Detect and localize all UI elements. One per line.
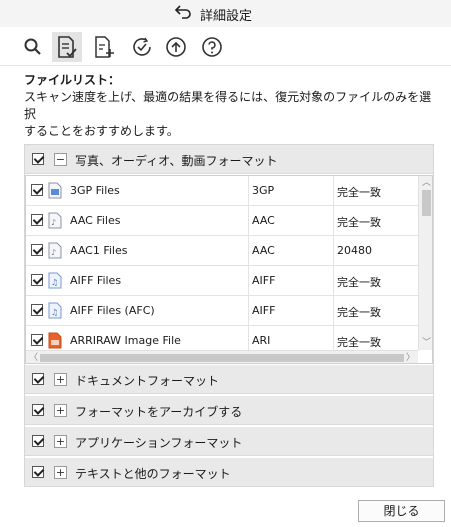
file-list-heading: ファイルリスト： xyxy=(24,73,121,87)
file-row[interactable]: ♪ AAC1 Files AAC 20480 xyxy=(26,236,418,266)
file-row[interactable]: ♫ AIFF Files (AFC) AIFF 完全一致 xyxy=(26,296,418,326)
svg-text:♪: ♪ xyxy=(51,248,56,257)
toolbar xyxy=(0,27,451,66)
file-match: 20480 xyxy=(337,244,372,257)
file-check-icon[interactable] xyxy=(52,32,82,62)
group-checkbox[interactable] xyxy=(32,153,44,165)
format-panel: − 写真、オーディオ、動画フォーマット 3GP Files 3GP 完全一致 ♪… xyxy=(24,144,434,487)
file-extension: AIFF xyxy=(252,304,276,317)
group-checkbox[interactable] xyxy=(32,404,44,416)
close-button[interactable]: 閉じる xyxy=(358,500,445,522)
group-archive[interactable]: + フォーマットをアーカイブする xyxy=(25,396,433,425)
file-extension: ARI xyxy=(252,334,271,347)
scroll-thumb[interactable] xyxy=(40,354,404,362)
music-file-icon: ♫ xyxy=(48,272,62,289)
file-checkbox[interactable] xyxy=(31,184,43,196)
svg-text:♫: ♫ xyxy=(51,278,58,287)
group-application[interactable]: + アプリケーションフォーマット xyxy=(25,427,433,456)
undo-arrow-icon[interactable] xyxy=(174,4,192,20)
file-name: 3GP Files xyxy=(70,184,120,197)
group-label: 写真、オーディオ、動画フォーマット xyxy=(75,154,278,168)
file-add-icon[interactable] xyxy=(93,36,115,58)
window-title: 詳細設定 xyxy=(200,9,253,24)
file-checkbox[interactable] xyxy=(31,274,43,286)
group-label: フォーマットをアーカイブする xyxy=(75,405,243,419)
file-match: 完全一致 xyxy=(337,306,381,319)
description-line-2: することをおすすめします。 xyxy=(24,124,179,138)
cloud-up-icon[interactable] xyxy=(165,36,187,58)
search-icon[interactable] xyxy=(22,36,44,58)
file-checkbox[interactable] xyxy=(31,214,43,226)
group-photo-audio-video[interactable]: − 写真、オーディオ、動画フォーマット xyxy=(25,145,433,174)
group-label: アプリケーションフォーマット xyxy=(75,436,243,450)
clock-check-icon[interactable] xyxy=(131,36,153,58)
file-row[interactable]: ♪ AAC Files AAC 完全一致 xyxy=(26,206,418,236)
file-extension: AAC xyxy=(252,214,275,227)
audio-file-icon: ♪ xyxy=(48,242,62,259)
file-match: 完全一致 xyxy=(337,336,381,349)
file-name: ARRIRAW Image File xyxy=(70,334,181,347)
file-match: 完全一致 xyxy=(337,216,381,229)
svg-text:♪: ♪ xyxy=(51,218,56,227)
music-file-icon: ♫ xyxy=(48,302,62,319)
scroll-right-icon[interactable]: 〉 xyxy=(406,353,415,363)
file-name: AIFF Files xyxy=(70,274,122,287)
vertical-scrollbar[interactable]: ︿ ﹀ xyxy=(418,176,432,350)
group-label: テキストと他のフォーマット xyxy=(75,467,231,481)
file-extension: AIFF xyxy=(252,274,276,287)
file-list: 3GP Files 3GP 完全一致 ♪ AAC Files AAC 完全一致 … xyxy=(25,175,433,364)
audio-file-icon: ♪ xyxy=(48,212,62,229)
file-checkbox[interactable] xyxy=(31,334,43,346)
group-label: ドキュメントフォーマット xyxy=(75,374,220,388)
description-line-1: スキャン速度を上げ、最適の結果を得るには、復元対象のファイルのみを選択 xyxy=(24,90,432,121)
help-icon[interactable] xyxy=(201,36,223,58)
group-document[interactable]: + ドキュメントフォーマット xyxy=(25,365,433,394)
group-checkbox[interactable] xyxy=(32,466,44,478)
image-file-icon xyxy=(48,332,62,349)
file-extension: AAC xyxy=(252,244,275,257)
expand-icon[interactable]: + xyxy=(54,373,67,386)
video-file-icon xyxy=(48,182,62,199)
scroll-left-icon[interactable]: 〈 xyxy=(29,353,38,363)
group-checkbox[interactable] xyxy=(32,373,44,385)
file-name: AAC1 Files xyxy=(70,244,128,257)
group-checkbox[interactable] xyxy=(32,435,44,447)
file-checkbox[interactable] xyxy=(31,244,43,256)
scroll-down-icon[interactable]: ﹀ xyxy=(422,338,431,348)
file-extension: 3GP xyxy=(252,184,275,197)
expand-icon[interactable]: + xyxy=(54,404,67,417)
expand-icon[interactable]: + xyxy=(54,435,67,448)
expand-icon[interactable]: + xyxy=(54,466,67,479)
collapse-icon[interactable]: − xyxy=(54,153,67,166)
file-checkbox[interactable] xyxy=(31,304,43,316)
file-row[interactable]: 3GP Files 3GP 完全一致 xyxy=(26,176,418,206)
file-row[interactable]: ♫ AIFF Files AIFF 完全一致 xyxy=(26,266,418,296)
scroll-up-icon[interactable]: ︿ xyxy=(422,178,431,188)
file-match: 完全一致 xyxy=(337,186,381,199)
group-text-other[interactable]: + テキストと他のフォーマット xyxy=(25,458,433,487)
title-bar: 詳細設定 xyxy=(0,0,451,27)
horizontal-scrollbar[interactable]: 〈 〉 xyxy=(26,350,418,363)
file-list-description: ファイルリスト： スキャン速度を上げ、最適の結果を得るには、復元対象のファイルの… xyxy=(24,72,434,140)
scroll-thumb[interactable] xyxy=(422,190,431,216)
svg-text:♫: ♫ xyxy=(51,308,58,317)
file-name: AIFF Files (AFC) xyxy=(70,304,155,317)
file-name: AAC Files xyxy=(70,214,121,227)
file-match: 完全一致 xyxy=(337,276,381,289)
